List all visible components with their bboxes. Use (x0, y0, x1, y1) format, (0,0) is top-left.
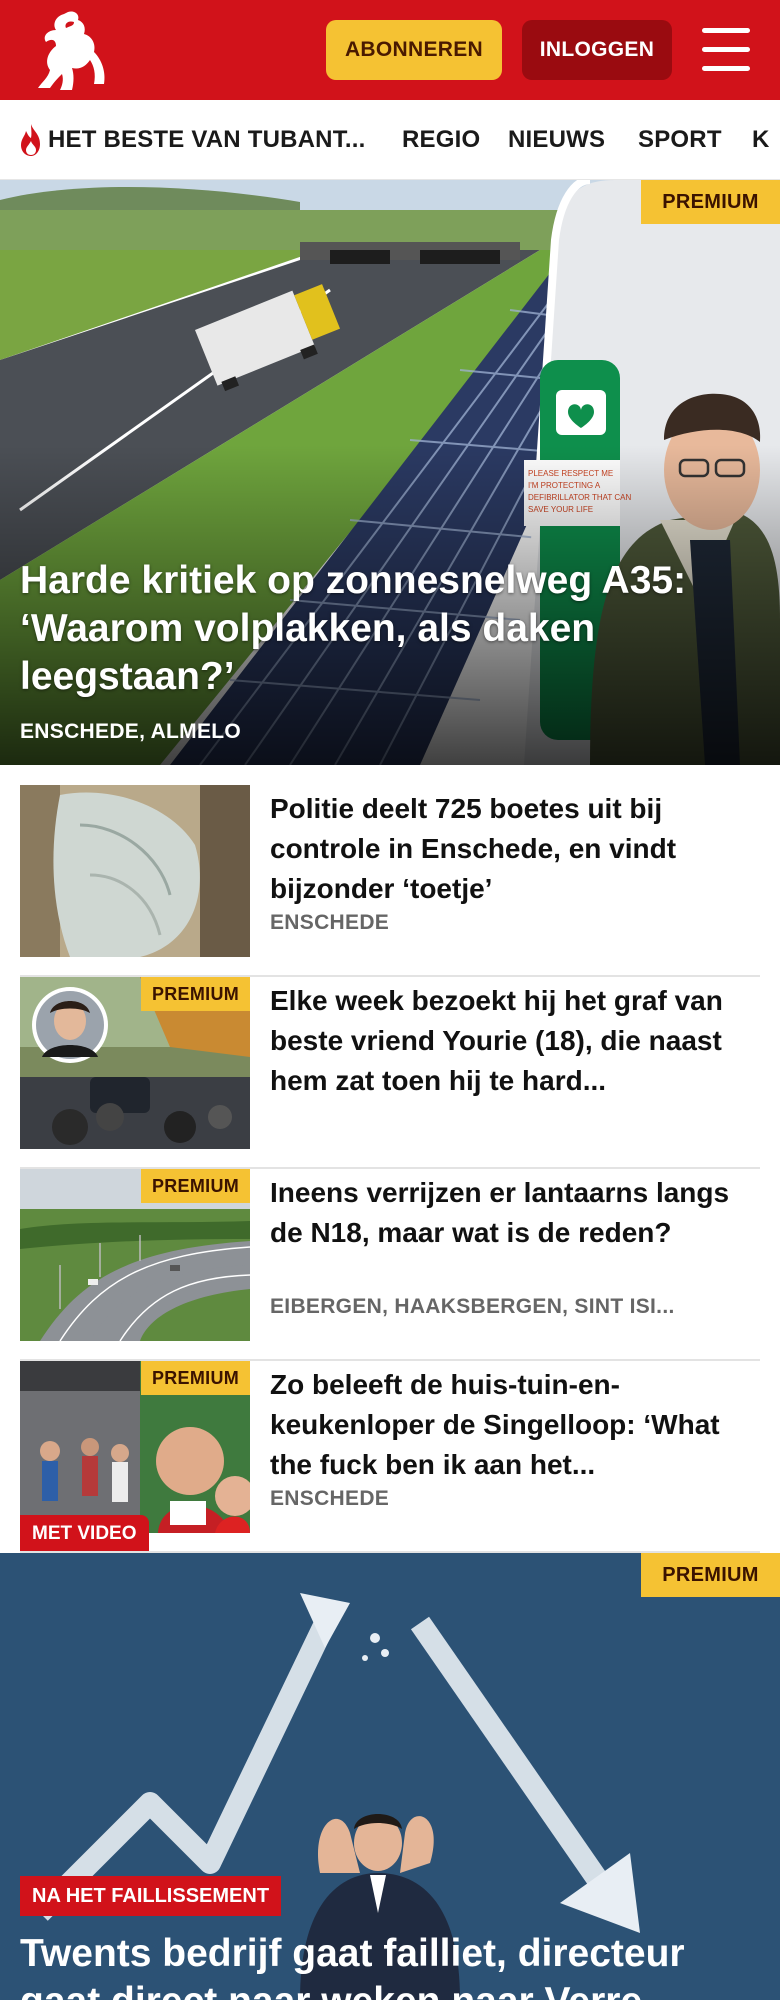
feature-title[interactable]: Twents bedrijf gaat failliet, directeur … (20, 1930, 770, 2000)
nav-item-best-of[interactable]: HET BESTE VAN TUBANT... (18, 100, 366, 179)
subscribe-button[interactable]: ABONNEREN (326, 20, 502, 80)
nav-item-more[interactable]: K (752, 100, 770, 179)
article-title[interactable]: Zo beleeft de huis-tuin-en-keukenloper d… (270, 1365, 750, 1485)
hero-location: ENSCHEDE, ALMELO (20, 720, 242, 743)
horse-logo-icon[interactable] (34, 8, 106, 92)
article-location: ENSCHEDE (270, 1487, 390, 1510)
list-item[interactable]: PREMIUM MET VIDEO Zo beleeft de huis-tui… (20, 1361, 760, 1553)
hero-article[interactable]: PLEASE RESPECT MEI'M PROTECTING ADEFIBRI… (0, 180, 780, 765)
list-item[interactable]: PREMIUM Ineens verrijzen er lantaarns la… (20, 1169, 760, 1361)
article-location: EIBERGEN, HAAKSBERGEN, SINT ISI... (270, 1295, 675, 1318)
premium-badge: PREMIUM (141, 1169, 250, 1203)
list-item[interactable]: PREMIUM Elke week bezoekt hij het graf v… (20, 977, 760, 1169)
premium-badge: PREMIUM (141, 1361, 250, 1395)
nav-item-nieuws[interactable]: NIEUWS (508, 100, 605, 179)
article-title[interactable]: Elke week bezoekt hij het graf van beste… (270, 981, 750, 1101)
video-badge: MET VIDEO (20, 1515, 149, 1553)
article-thumbnail (20, 785, 250, 957)
premium-badge: PREMIUM (141, 977, 250, 1011)
article-title[interactable]: Politie deelt 725 boetes uit bij control… (270, 789, 750, 909)
premium-badge: PREMIUM (641, 1553, 780, 1597)
premium-badge: PREMIUM (641, 180, 780, 224)
article-location: ENSCHEDE (270, 911, 390, 934)
list-item[interactable]: Politie deelt 725 boetes uit bij control… (20, 785, 760, 977)
nav-item-label: HET BESTE VAN TUBANT... (48, 126, 366, 153)
top-bar: ABONNEREN INLOGGEN (0, 0, 780, 100)
flame-icon (21, 124, 40, 156)
article-title[interactable]: Ineens verrijzen er lantaarns langs de N… (270, 1173, 750, 1253)
nav-item-sport[interactable]: SPORT (638, 100, 722, 179)
nav-item-regio[interactable]: REGIO (402, 100, 480, 179)
hero-title[interactable]: Harde kritiek op zonnesnelweg A35: ‘Waar… (20, 557, 720, 701)
login-button[interactable]: INLOGGEN (522, 20, 672, 80)
hamburger-menu-icon[interactable] (696, 24, 756, 76)
category-tag: NA HET FAILLISSEMENT (20, 1876, 282, 1916)
section-nav: HET BESTE VAN TUBANT... REGIO NIEUWS SPO… (0, 100, 780, 180)
